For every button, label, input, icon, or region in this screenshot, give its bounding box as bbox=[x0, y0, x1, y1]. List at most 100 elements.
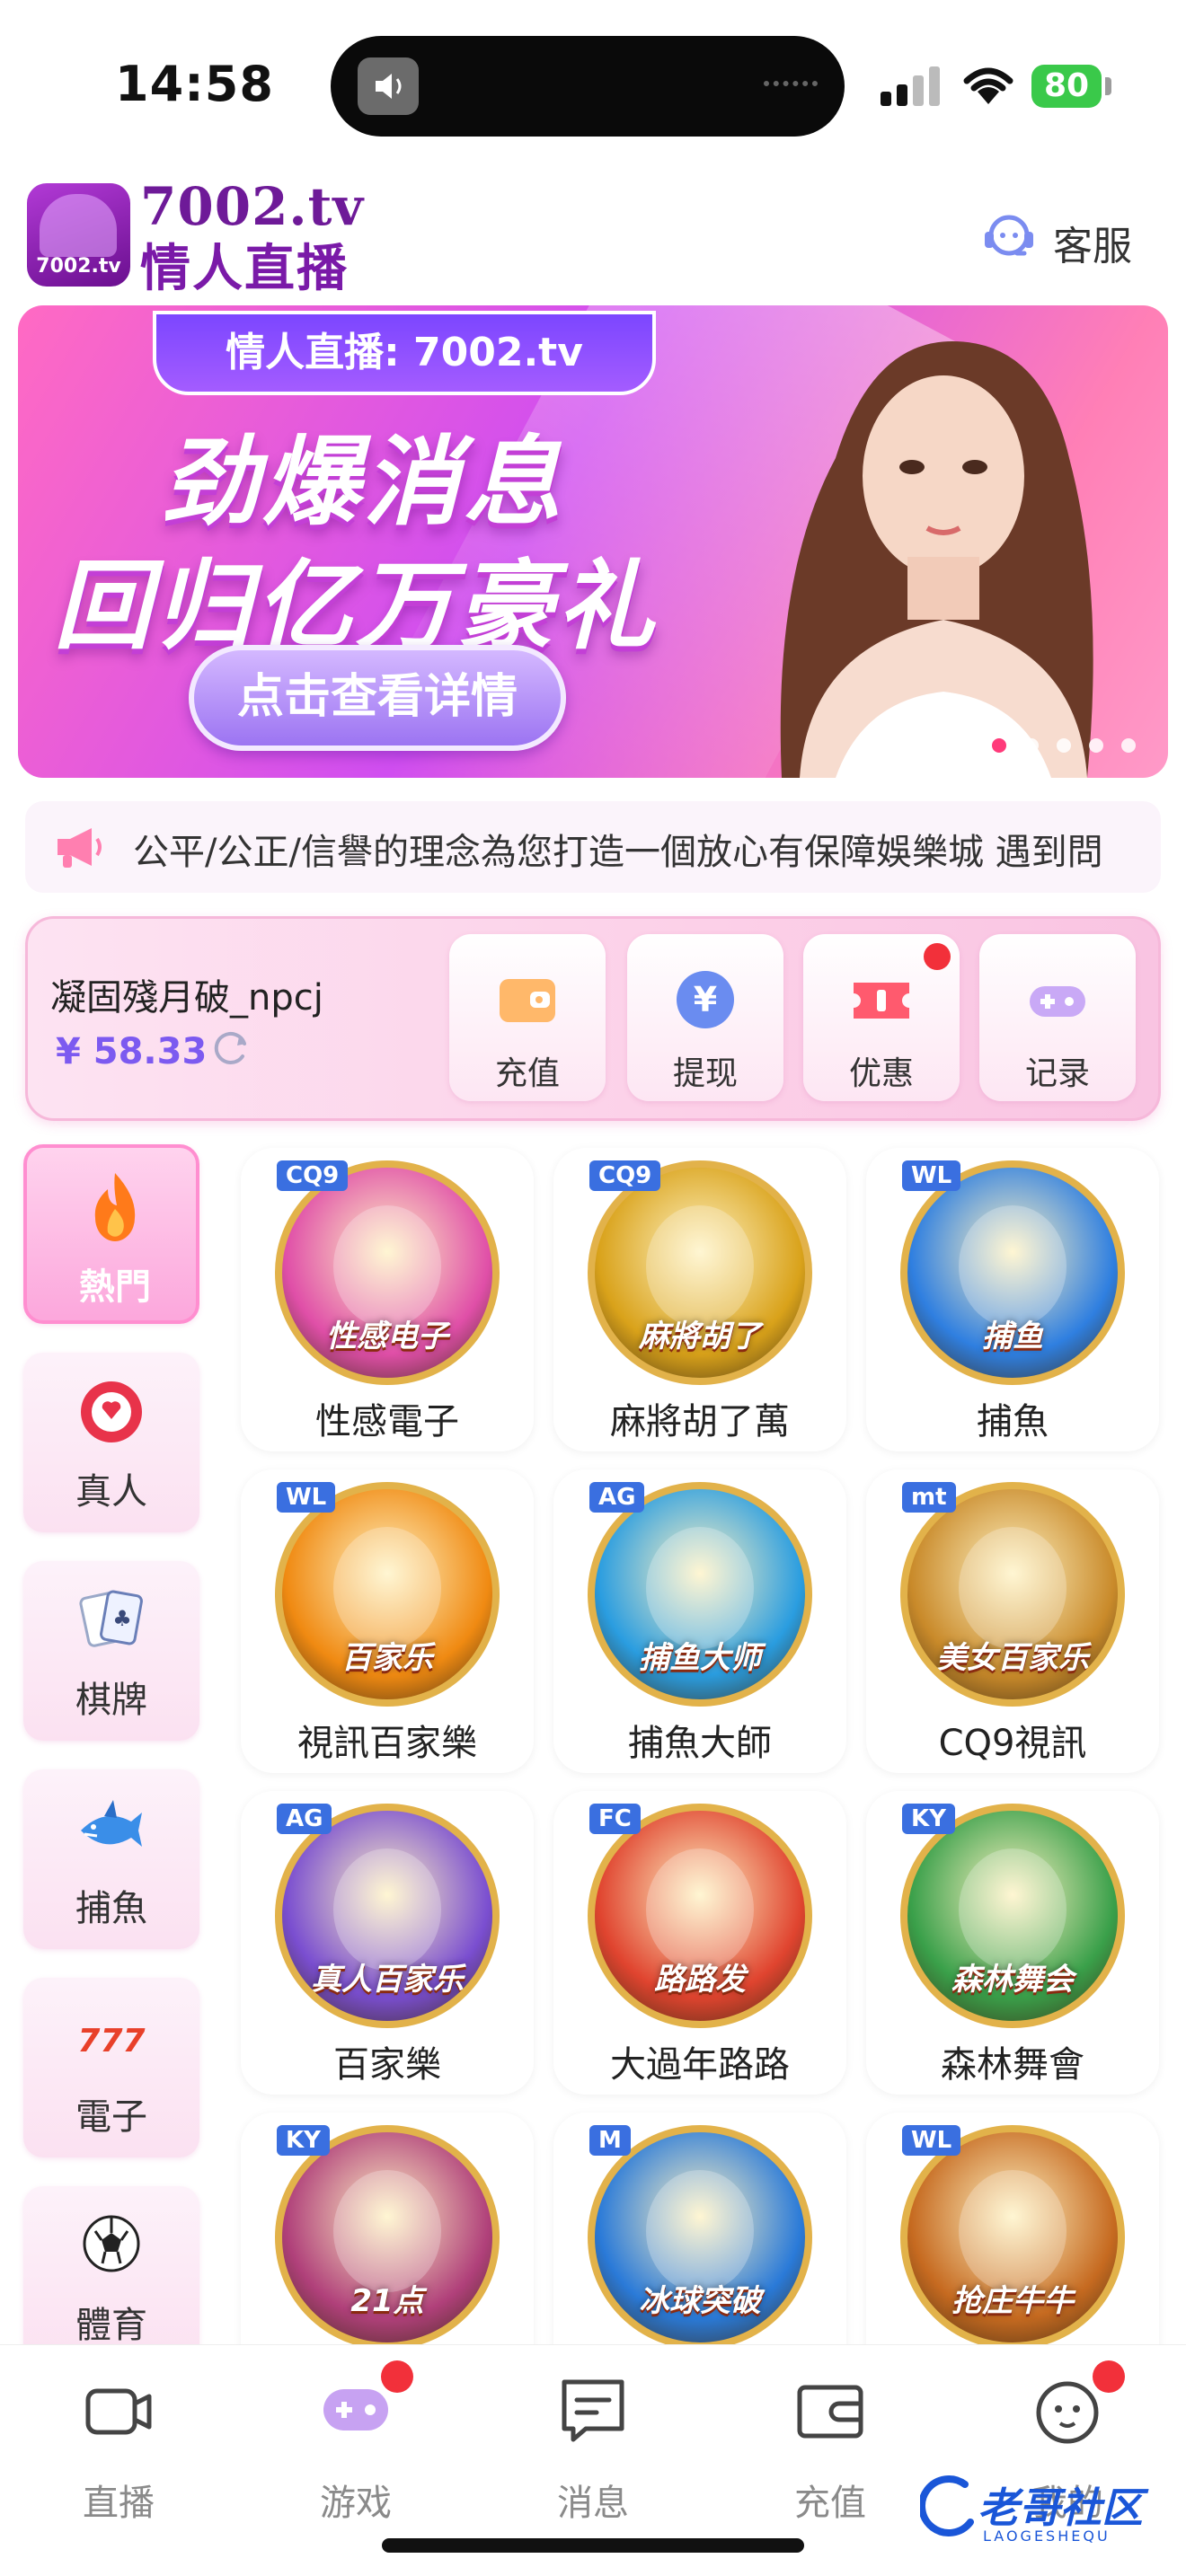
game-thumbnail: 路路发 bbox=[588, 1804, 812, 2028]
provider-badge: KY bbox=[277, 2125, 330, 2156]
game-art-title: 冰球突破 bbox=[639, 2283, 761, 2319]
provider-badge: AG bbox=[589, 1482, 645, 1513]
logo-text: 7002.tv bbox=[36, 255, 121, 278]
category-fishing[interactable]: 捕魚 bbox=[23, 1769, 199, 1949]
yen-coin-icon: ¥ bbox=[672, 966, 739, 1033]
game-thumbnail: 麻將胡了 bbox=[588, 1160, 812, 1385]
message-icon bbox=[555, 2373, 631, 2448]
promotions-button[interactable]: 优惠 bbox=[803, 934, 960, 1101]
slot-777-icon: 777 bbox=[77, 1999, 146, 2075]
watermark-text: 老哥社区 bbox=[978, 2483, 1143, 2532]
promo-banner[interactable]: 情人直播: 7002.tv 劲爆消息 回归亿万豪礼 点击查看详情 bbox=[18, 305, 1168, 778]
game-card[interactable]: 性感电子 CQ9 性感電子 bbox=[241, 1148, 534, 1451]
customer-service-label: 客服 bbox=[1053, 224, 1132, 269]
announcement-marquee[interactable]: 公平/公正/信譽的理念為您打造一個放心有保障娛樂城 遇到問 bbox=[25, 801, 1161, 893]
category-cards[interactable]: ♣ 棋牌 bbox=[23, 1561, 199, 1741]
soccer-ball-icon bbox=[77, 2208, 146, 2283]
game-title: CQ9視訊 bbox=[938, 1723, 1087, 1764]
announcement-text: 公平/公正/信譽的理念為您打造一個放心有保障娛樂城 遇到問 bbox=[133, 832, 1103, 873]
game-title: 捕魚 bbox=[977, 1401, 1049, 1442]
status-time: 14:58 bbox=[115, 56, 274, 112]
banner-dot[interactable] bbox=[1121, 738, 1136, 753]
battery-indicator: 80 bbox=[1031, 65, 1102, 108]
game-art-title: 21点 bbox=[350, 2283, 424, 2319]
banner-details-button[interactable]: 点击查看详情 bbox=[189, 645, 566, 751]
banner-pagination bbox=[992, 738, 1136, 753]
category-sports[interactable]: 體育 bbox=[23, 2186, 199, 2366]
app-logo[interactable]: 7002.tv bbox=[27, 183, 130, 287]
game-art-title: 麻將胡了 bbox=[639, 1319, 761, 1354]
category-hot[interactable]: 熱門 bbox=[23, 1144, 199, 1324]
account-username: 凝固殘月破_npcj bbox=[50, 977, 323, 1019]
speaker-icon bbox=[358, 57, 419, 115]
poker-chip-icon bbox=[77, 1374, 146, 1450]
provider-badge: AG bbox=[277, 1804, 332, 1834]
game-art-title: 百家乐 bbox=[341, 1640, 433, 1676]
banner-dot[interactable] bbox=[992, 738, 1006, 753]
banner-model-image bbox=[728, 305, 1105, 778]
provider-badge: CQ9 bbox=[277, 1160, 349, 1191]
notification-badge bbox=[1093, 2360, 1125, 2393]
category-label: 捕魚 bbox=[75, 1888, 147, 1929]
promotions-label: 优惠 bbox=[848, 1055, 914, 1092]
svg-text:♣: ♣ bbox=[112, 1606, 132, 1631]
camera-icon bbox=[81, 2373, 156, 2448]
provider-badge: mt bbox=[902, 1482, 956, 1513]
provider-badge: FC bbox=[589, 1804, 641, 1834]
nav-messages[interactable]: 消息 bbox=[503, 2373, 683, 2526]
game-thumbnail: 21点 bbox=[275, 2125, 500, 2350]
status-bar: 14:58 80 bbox=[0, 0, 1186, 171]
banner-dot[interactable] bbox=[1057, 738, 1071, 753]
watermark-subtext: LAOGESHEQU bbox=[983, 2527, 1111, 2545]
provider-badge: WL bbox=[902, 2125, 961, 2156]
customer-service-button[interactable]: 客服 bbox=[981, 210, 1143, 269]
refresh-balance-icon[interactable] bbox=[208, 1026, 253, 1071]
game-thumbnail: 百家乐 bbox=[275, 1482, 500, 1707]
gamepad-icon bbox=[1024, 966, 1091, 1033]
game-title: 大過年路路 bbox=[610, 2044, 790, 2086]
game-art-title: 真人百家乐 bbox=[311, 1962, 464, 1998]
home-indicator[interactable] bbox=[382, 2538, 804, 2553]
game-thumbnail: 美女百家乐 bbox=[900, 1482, 1125, 1707]
game-card[interactable]: 美女百家乐 mt CQ9視訊 bbox=[866, 1469, 1159, 1773]
cellular-signal-icon bbox=[881, 66, 942, 106]
game-card[interactable]: 森林舞会 KY 森林舞會 bbox=[866, 1791, 1159, 2095]
game-title: 視訊百家樂 bbox=[297, 1723, 477, 1764]
game-card[interactable]: 麻將胡了 CQ9 麻將胡了萬 bbox=[553, 1148, 846, 1451]
nav-deposit[interactable]: 充值 bbox=[740, 2373, 920, 2526]
megaphone-icon bbox=[52, 825, 110, 869]
island-indicator bbox=[764, 81, 818, 88]
records-label: 记录 bbox=[1024, 1055, 1090, 1092]
deposit-label: 充值 bbox=[494, 1055, 560, 1092]
records-button[interactable]: 记录 bbox=[979, 934, 1136, 1101]
game-card[interactable]: 真人百家乐 AG 百家樂 bbox=[241, 1791, 534, 2095]
playing-cards-icon: ♣ bbox=[77, 1583, 146, 1658]
logo-figure bbox=[40, 194, 117, 257]
game-art-title: 美女百家乐 bbox=[936, 1640, 1089, 1676]
deposit-button[interactable]: 充值 bbox=[449, 934, 606, 1101]
dynamic-island bbox=[331, 36, 845, 137]
nav-games[interactable]: 游戏 bbox=[266, 2360, 446, 2526]
notification-badge bbox=[924, 943, 951, 970]
category-live[interactable]: 真人 bbox=[23, 1353, 199, 1532]
game-thumbnail: 抢庄牛牛 bbox=[900, 2125, 1125, 2350]
flame-icon bbox=[81, 1169, 149, 1245]
game-card[interactable]: 捕鱼大师 AG 捕魚大師 bbox=[553, 1469, 846, 1773]
nav-live[interactable]: 直播 bbox=[29, 2373, 208, 2526]
game-card[interactable]: 捕鱼 WL 捕魚 bbox=[866, 1148, 1159, 1451]
provider-badge: WL bbox=[902, 1160, 961, 1191]
withdraw-button[interactable]: ¥ 提现 bbox=[627, 934, 783, 1101]
banner-dot[interactable] bbox=[1024, 738, 1039, 753]
game-card[interactable]: 百家乐 WL 視訊百家樂 bbox=[241, 1469, 534, 1773]
banner-dot[interactable] bbox=[1089, 738, 1103, 753]
svg-text:777: 777 bbox=[77, 2023, 145, 2060]
game-card[interactable]: 路路发 FC 大過年路路 bbox=[553, 1791, 846, 2095]
game-art-title: 森林舞会 bbox=[951, 1962, 1074, 1998]
game-art-title: 捕鱼 bbox=[982, 1319, 1043, 1354]
game-thumbnail: 真人百家乐 bbox=[275, 1804, 500, 2028]
wifi-icon bbox=[961, 65, 1015, 108]
category-slots[interactable]: 777 電子 bbox=[23, 1978, 199, 2157]
game-title: 性感電子 bbox=[315, 1401, 459, 1442]
notification-badge bbox=[381, 2360, 413, 2393]
nav-label: 游戏 bbox=[320, 2483, 392, 2524]
